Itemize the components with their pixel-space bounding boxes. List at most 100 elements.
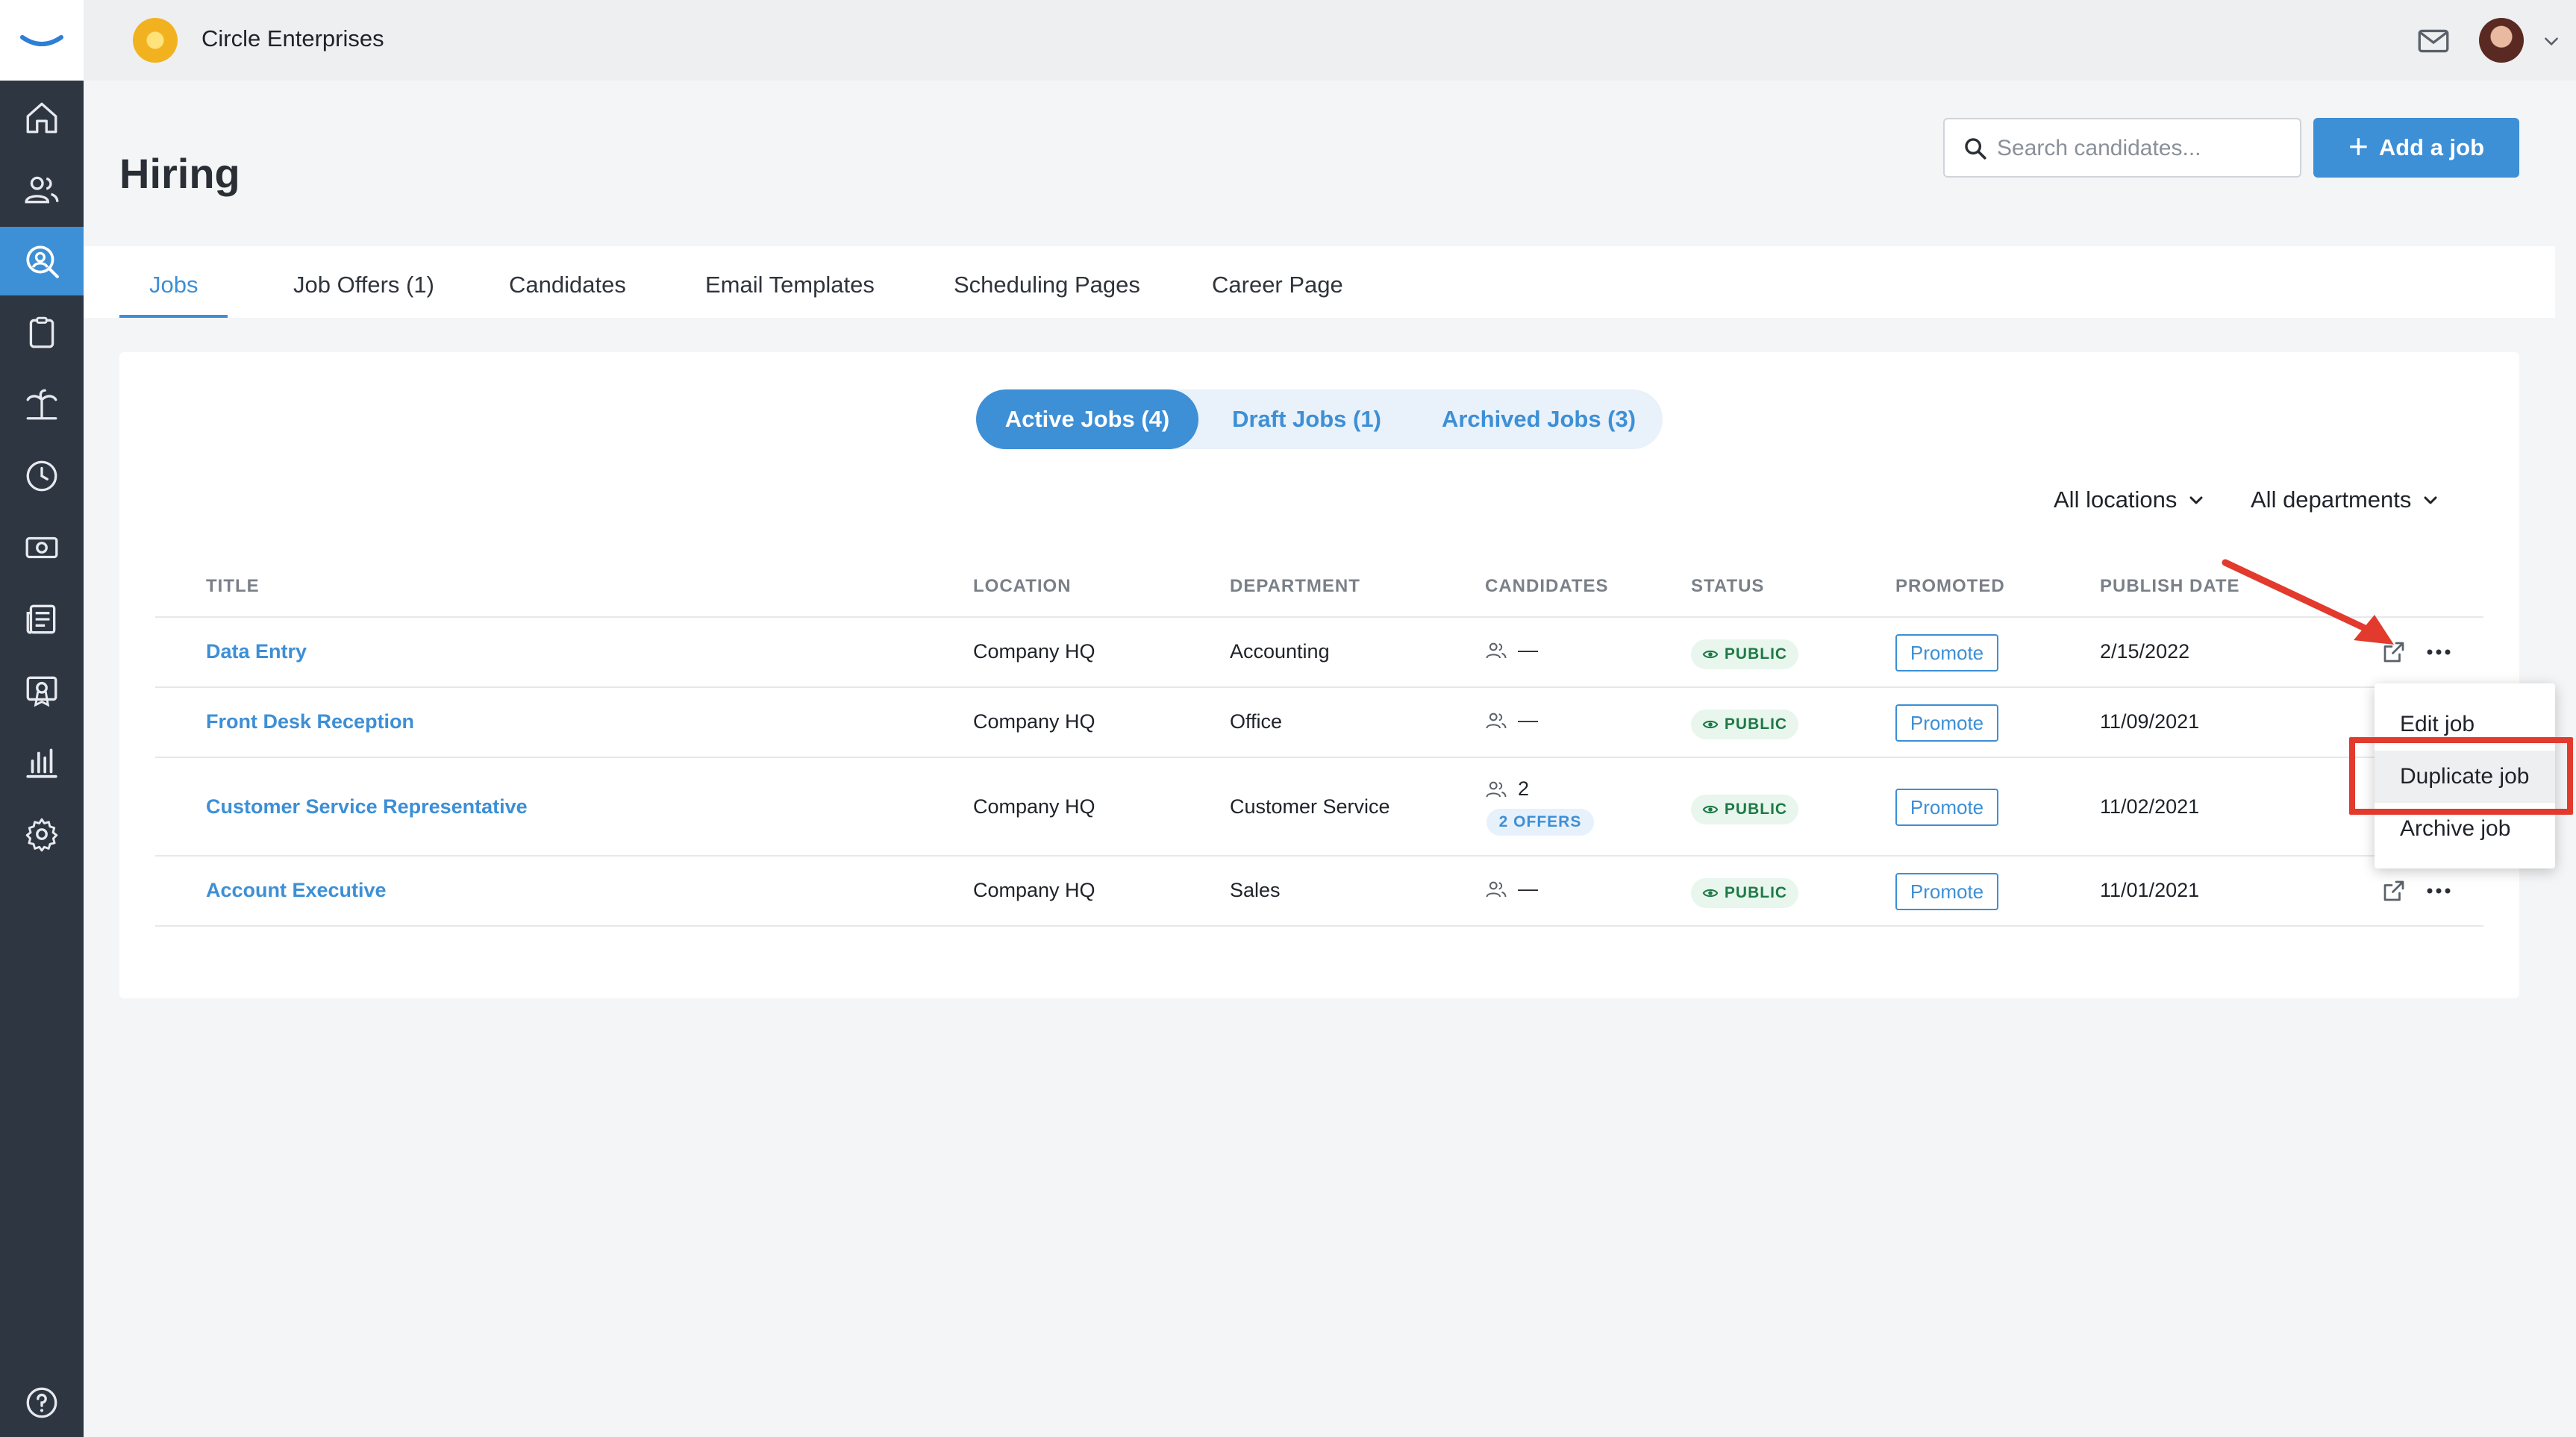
top-bar: Circle Enterprises [84,0,2576,81]
column-header-candidates: CANDIDATES [1485,576,1609,596]
more-options-icon[interactable] [2424,645,2454,660]
job-location: Company HQ [973,879,1095,901]
job-title-link[interactable]: Front Desk Reception [206,710,414,733]
home-icon [26,102,57,134]
more-options-icon[interactable] [2424,883,2454,898]
sidebar-item-help[interactable] [0,1373,84,1433]
annotation-highlight-box [2349,737,2573,815]
publish-date: 11/01/2021 [2100,879,2200,901]
news-icon [26,604,56,634]
external-link-icon[interactable] [2380,877,2407,904]
job-department: Sales [1230,879,1281,901]
promote-button[interactable]: Promote [1895,789,1998,826]
payroll-icon [25,536,58,559]
offers-badge[interactable]: 2 OFFERS [1486,809,1594,836]
job-title-link[interactable]: Customer Service Representative [206,795,528,818]
help-icon [26,1387,57,1418]
sidebar-item-tasks[interactable] [0,298,84,367]
plus-icon: + [2348,127,2369,166]
tab-career-page[interactable]: Career Page [1212,272,1343,318]
sidebar-item-time-tracking[interactable] [0,442,84,510]
candidates-count: — [1518,639,1538,661]
promote-button[interactable]: Promote [1895,704,1998,742]
job-candidates: — [1485,639,1538,662]
clipboard-icon [29,316,54,348]
chevron-down-icon [2424,496,2437,504]
sidebar-item-training[interactable] [0,657,84,725]
people-icon [1486,642,1507,658]
tab-job-offers[interactable]: Job Offers (1) [293,272,434,318]
hiring-icon [26,245,59,278]
departments-filter[interactable]: All departments [2251,486,2439,513]
sidebar-item-payroll[interactable] [0,513,84,582]
sidebar-item-home[interactable] [0,84,84,152]
tab-candidates[interactable]: Candidates [509,272,626,318]
table-divider [155,616,2483,618]
sidebar-item-people[interactable] [0,155,84,224]
sidebar-item-reports[interactable] [0,728,84,797]
column-header-department: DEPARTMENT [1230,576,1360,596]
segment-active-jobs[interactable]: Active Jobs (4) [976,389,1198,449]
locations-filter[interactable]: All locations [2054,486,2205,513]
tab-scheduling-pages[interactable]: Scheduling Pages [954,272,1140,318]
mail-icon[interactable] [2415,22,2452,60]
time-off-icon [26,389,57,420]
segment-draft-jobs[interactable]: Draft Jobs (1) [1198,389,1415,449]
publish-date: 11/02/2021 [2100,795,2200,818]
search-input[interactable] [1997,128,2288,169]
column-header-promoted: PROMOTED [1895,576,2005,596]
job-title-link[interactable]: Data Entry [206,640,307,663]
candidates-count: 2 [1518,777,1530,800]
job-location: Company HQ [973,640,1095,663]
table-divider [155,925,2483,927]
column-header-status: STATUS [1691,576,1765,596]
table-divider [155,855,2483,857]
job-location: Company HQ [973,710,1095,733]
job-candidates: — [1485,877,1538,901]
publish-date: 2/15/2022 [2100,640,2190,663]
column-header-title: TITLE [206,576,260,596]
user-avatar[interactable] [2479,18,2524,63]
status-label: PUBLIC [1724,884,1788,901]
job-department: Office [1230,710,1283,733]
candidates-count: — [1518,877,1538,900]
app-logo[interactable] [0,0,84,81]
org-name[interactable]: Circle Enterprises [201,25,384,52]
status-label: PUBLIC [1724,801,1788,818]
status-label: PUBLIC [1724,645,1788,663]
add-job-label: Add a job [2378,134,2485,160]
chevron-down-icon [2189,496,2203,504]
settings-icon [25,818,58,852]
tab-jobs[interactable]: Jobs [119,272,229,318]
chevron-down-icon[interactable] [2542,31,2561,51]
promote-button[interactable]: Promote [1895,873,1998,910]
sidebar-item-settings[interactable] [0,800,84,868]
segment-archived-jobs[interactable]: Archived Jobs (3) [1415,389,1663,449]
job-title-link[interactable]: Account Executive [206,879,387,902]
search-field[interactable] [1943,118,2301,178]
publish-date: 11/09/2021 [2100,710,2200,733]
sidebar-item-time-off[interactable] [0,370,84,439]
status-badge: PUBLIC [1691,878,1798,908]
column-header-location: LOCATION [973,576,1072,596]
eye-icon [1702,720,1719,729]
status-badge: PUBLIC [1691,795,1798,824]
people-icon [1486,881,1507,897]
status-badge: PUBLIC [1691,639,1798,669]
people-icon [1486,713,1507,728]
candidates-count: — [1518,709,1538,731]
sidebar-item-news[interactable] [0,585,84,654]
sidebar-item-hiring[interactable] [0,227,84,295]
promote-button[interactable]: Promote [1895,634,1998,671]
sidebar [0,0,84,1437]
add-job-button[interactable]: + Add a job [2313,118,2519,178]
departments-filter-label: All departments [2251,486,2412,513]
annotation-arrow-icon [2222,559,2394,645]
job-department: Customer Service [1230,795,1390,818]
tab-email-templates[interactable]: Email Templates [705,272,875,318]
status-label: PUBLIC [1724,716,1788,733]
eye-icon [1702,650,1719,659]
job-status-segmented-control: Active Jobs (4) Draft Jobs (1) Archived … [976,389,1663,449]
status-badge: PUBLIC [1691,710,1798,739]
eye-icon [1702,889,1719,898]
